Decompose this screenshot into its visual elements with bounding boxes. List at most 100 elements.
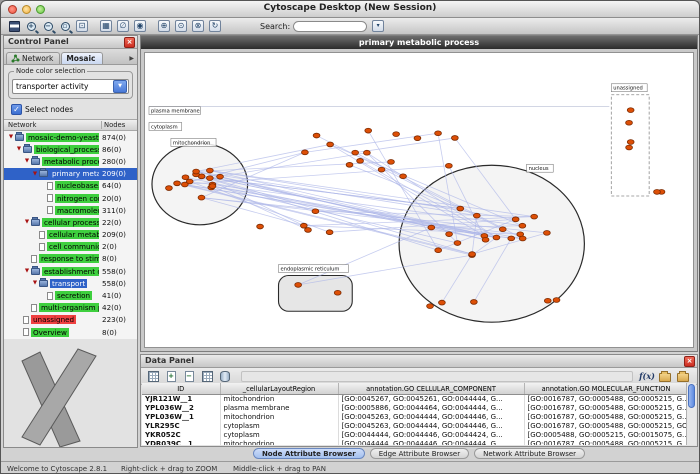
close-icon[interactable]: × <box>684 356 695 367</box>
table-cell[interactable]: [GO:0045267, GO:0045261, GO:0044444, G..… <box>338 395 524 405</box>
graph-node[interactable] <box>352 150 359 155</box>
table-cell[interactable]: [GO:0005488, GO:0005215, GO:0015075, G..… <box>524 431 686 440</box>
graph-node[interactable] <box>174 181 181 186</box>
graph-node[interactable] <box>206 168 213 173</box>
graph-node[interactable] <box>470 300 477 305</box>
show-graphics-details-icon[interactable]: ▦ <box>98 19 114 33</box>
graph-node[interactable] <box>364 150 371 155</box>
table-cell[interactable]: [GO:0045263, GO:0044444, GO:0044446, G..… <box>338 422 524 431</box>
graph-node[interactable] <box>469 252 476 257</box>
table-cell[interactable]: [GO:0016787, GO:0005488, GO:0005215, G..… <box>524 413 686 422</box>
attribute-formula-icon[interactable]: f(x) <box>639 369 655 383</box>
new-attribute-icon[interactable]: + <box>163 369 179 383</box>
expand-triangle-icon[interactable]: ▼ <box>15 146 23 152</box>
tab-network[interactable]: Network <box>6 52 60 64</box>
graph-node[interactable] <box>627 108 634 113</box>
graph-node[interactable] <box>198 195 205 200</box>
tree-column-network[interactable]: Network <box>4 121 101 129</box>
graph-node[interactable] <box>300 223 307 228</box>
tab-node-attribute-browser[interactable]: Node Attribute Browser <box>253 448 365 459</box>
graph-node[interactable] <box>626 120 633 125</box>
table-cell[interactable]: YJR121W__1 <box>142 395 220 405</box>
scrollbar-thumb[interactable] <box>688 384 695 408</box>
column-header-annotation-go-molecular-function[interactable]: annotation.GO MOLECULAR_FUNCTION <box>524 383 686 395</box>
graph-node[interactable] <box>654 190 661 195</box>
apply-layout-icon[interactable]: ↻ <box>207 19 223 33</box>
hide-selected-icon[interactable]: ∅ <box>115 19 131 33</box>
import-attributes-icon[interactable] <box>657 369 673 383</box>
table-row[interactable]: YPL036W__1mitochondrion[GO:0045263, GO:0… <box>142 413 686 422</box>
table-cell[interactable]: [GO:0016787, GO:0005488, GO:0005215, G..… <box>524 395 686 405</box>
tree-item-cellular-process[interactable]: ▼cellular process22(0) <box>4 216 137 228</box>
graph-node[interactable] <box>446 232 453 237</box>
graph-node[interactable] <box>302 150 309 155</box>
graph-node[interactable] <box>439 300 446 305</box>
save-session-icon[interactable] <box>6 19 22 33</box>
new-network-from-selection-selected-edges-icon[interactable]: ⊙ <box>173 19 189 33</box>
select-nodes-checkbox[interactable]: ✓ <box>11 104 22 115</box>
table-cell[interactable]: mitochondrion <box>220 395 338 405</box>
zoom-to-fit-icon[interactable]: ⊡ <box>74 19 90 33</box>
graph-node[interactable] <box>414 136 421 141</box>
graph-node[interactable] <box>544 230 551 235</box>
graph-node[interactable] <box>435 248 442 253</box>
node-color-dropdown[interactable]: transporter activity ▼ <box>12 79 129 94</box>
tree-item-unassigned[interactable]: unassigned223(0) <box>4 314 137 326</box>
tree-item-nucleobase[interactable]: nucleobase...64(0) <box>4 180 137 192</box>
export-attributes-icon[interactable] <box>675 369 691 383</box>
graph-node[interactable] <box>305 228 312 233</box>
table-row[interactable]: YJR121W__1mitochondrion[GO:0045267, GO:0… <box>142 395 686 405</box>
tree-item-biological-process[interactable]: ▼biological_process86(0) <box>4 143 137 155</box>
tree-item-nitrogen-compo[interactable]: nitrogen compo...20(0) <box>4 192 137 204</box>
expand-triangle-icon[interactable]: ▼ <box>31 171 39 177</box>
graph-node[interactable] <box>451 136 458 141</box>
select-attributes-icon[interactable] <box>145 369 161 383</box>
graph-node[interactable] <box>388 159 395 164</box>
graph-node[interactable] <box>257 224 264 229</box>
graph-node[interactable] <box>493 235 500 240</box>
graph-node[interactable] <box>193 169 200 174</box>
column-header-id[interactable]: ID <box>142 383 220 395</box>
tree-item-cellular-metabo[interactable]: cellular metabo...209(0) <box>4 229 137 241</box>
graph-node[interactable] <box>519 236 526 241</box>
graph-node[interactable] <box>531 214 538 219</box>
table-row[interactable]: YKR052Ccytoplasm[GO:0044444, GO:0044446,… <box>142 431 686 440</box>
graph-node[interactable] <box>346 162 353 167</box>
graph-node[interactable] <box>427 304 434 309</box>
table-scrollbar[interactable] <box>686 383 696 445</box>
zoom-selected-region-icon[interactable]: ▫ <box>57 19 73 33</box>
graph-node[interactable] <box>544 298 551 303</box>
graph-node[interactable] <box>627 140 634 145</box>
network-graph[interactable]: mitochondrionnucleusendoplasmic reticulu… <box>145 53 693 347</box>
select-all-attributes-icon[interactable] <box>199 369 215 383</box>
graph-node[interactable] <box>400 174 407 179</box>
tree-item-overview[interactable]: Overview8(0) <box>4 326 137 338</box>
graph-node[interactable] <box>206 176 213 181</box>
graph-node[interactable] <box>626 145 633 150</box>
network-canvas[interactable]: mitochondrionnucleusendoplasmic reticulu… <box>144 52 694 348</box>
graph-node[interactable] <box>181 182 188 187</box>
table-cell[interactable]: YPL036W__2 <box>142 404 220 413</box>
table-cell[interactable]: YDR039C__1 <box>142 440 220 445</box>
graph-node[interactable] <box>473 213 480 218</box>
expand-triangle-icon[interactable]: ▼ <box>23 219 31 225</box>
table-cell[interactable]: cytoplasm <box>220 431 338 440</box>
tree-item-primary-metabo[interactable]: ▼primary metabo...209(0) <box>4 168 137 180</box>
expand-triangle-icon[interactable]: ▼ <box>23 268 31 274</box>
delete-attributes-icon[interactable] <box>217 369 233 383</box>
table-cell[interactable]: mitochondrion <box>220 413 338 422</box>
graph-node[interactable] <box>327 142 334 147</box>
graph-node[interactable] <box>445 163 452 168</box>
graph-node[interactable] <box>378 167 385 172</box>
table-cell[interactable]: YPL036W__1 <box>142 413 220 422</box>
tree-item-response-to-stimu[interactable]: response to stimu...8(0) <box>4 253 137 265</box>
tree-item-macromolecule[interactable]: macromolecule...311(0) <box>4 204 137 216</box>
graph-node[interactable] <box>357 158 364 163</box>
graph-node[interactable] <box>519 223 526 228</box>
graph-node[interactable] <box>457 206 464 211</box>
close-icon[interactable]: × <box>124 37 135 48</box>
table-cell[interactable]: [GO:0045263, GO:0044444, GO:0044446, G..… <box>338 413 524 422</box>
table-cell[interactable]: [GO:0044444, GO:0044446, GO:0044444, G..… <box>338 440 524 445</box>
graph-node[interactable] <box>334 290 341 295</box>
tree-column-nodes[interactable]: Nodes <box>101 121 137 129</box>
